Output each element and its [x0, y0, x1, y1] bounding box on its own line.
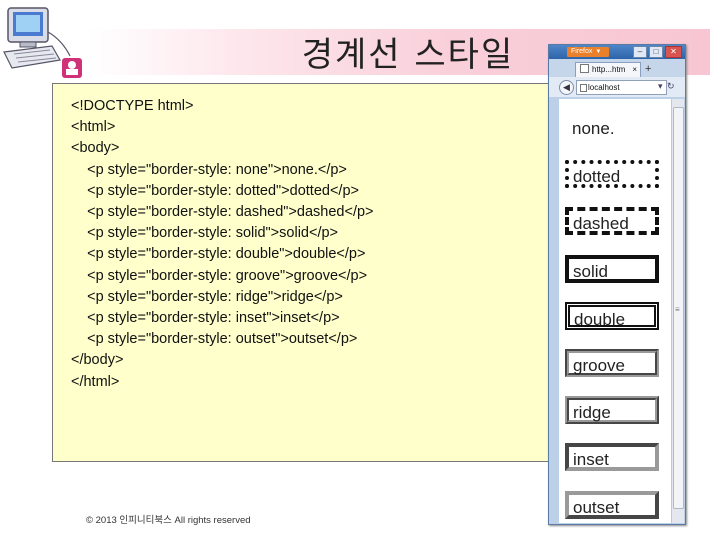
navigation-bar: ◀ localhost ▾ ↻	[549, 77, 685, 97]
bordered-paragraph-solid: solid	[565, 254, 659, 283]
code-line: <p style="border-style: none">none.</p>	[71, 161, 347, 178]
new-tab-icon[interactable]: +	[645, 63, 651, 75]
browser-title-bar: Firefox ▼ – □ ✕	[549, 45, 685, 59]
tab-close-icon[interactable]: ×	[632, 63, 637, 77]
tab-strip: http...htm × +	[549, 59, 685, 77]
bordered-paragraph-none: none.	[572, 119, 615, 138]
code-line: <!DOCTYPE html>	[71, 98, 194, 114]
code-line: <html>	[71, 119, 116, 136]
grip-icon: ≡	[675, 305, 680, 314]
bordered-paragraph-groove: groove	[565, 349, 659, 377]
code-line: <p style="border-style: dotted">dotted</…	[71, 182, 359, 199]
address-bar[interactable]: localhost	[576, 80, 667, 95]
bordered-paragraph-outset: outset	[565, 490, 659, 519]
minimize-icon[interactable]: –	[633, 46, 647, 58]
code-line: <body>	[71, 140, 120, 157]
bordered-paragraph-inset: inset	[565, 443, 659, 472]
back-arrow-icon[interactable]: ◀	[559, 80, 574, 95]
code-line: <p style="border-style: solid">solid</p>	[71, 225, 339, 242]
code-listing: <!DOCTYPE html> <html> <body> <p style="bo…	[71, 96, 374, 393]
code-line: <p style="border-style: inset">inset</p>	[71, 310, 340, 327]
bordered-paragraph-dashed: dashed	[565, 207, 659, 236]
code-line: <p style="border-style: ridge">ridge</p>	[71, 288, 343, 305]
page-content: none. dotted dashed solid double groove ridge i…	[559, 99, 671, 523]
code-line: </body>	[71, 352, 124, 369]
code-line: <p style="border-style: groove">groove</…	[71, 267, 368, 284]
chevron-down-icon: ▼	[595, 49, 602, 55]
page-favicon-icon	[580, 64, 589, 73]
vertical-scrollbar[interactable]: ≡	[671, 99, 684, 523]
close-icon[interactable]: ✕	[665, 46, 682, 58]
code-line: </html>	[71, 373, 120, 390]
browser-tab[interactable]: http...htm ×	[575, 62, 641, 77]
code-line: <p style="border-style: dashed">dashed</…	[71, 204, 374, 221]
bordered-paragraph-dotted: dotted	[565, 160, 659, 189]
firefox-menu-button[interactable]: Firefox ▼	[567, 47, 609, 57]
tab-title: http...htm	[592, 65, 626, 74]
reload-icon[interactable]: ↻	[667, 81, 675, 92]
scrollbar-thumb[interactable]: ≡	[673, 107, 684, 509]
code-line: <p style="border-style: outset">outset</…	[71, 331, 358, 348]
firefox-menu-label: Firefox	[571, 48, 593, 55]
code-line: <p style="border-style: double">double</…	[71, 246, 366, 263]
maximize-icon[interactable]: □	[649, 46, 663, 58]
computer-clipart-icon	[0, 2, 90, 80]
dropdown-icon[interactable]: ▾	[658, 81, 663, 92]
copyright-footer: © 2013 인피니티북스 All rights reserved	[86, 515, 251, 526]
bordered-paragraph-ridge: ridge	[565, 396, 659, 425]
window-controls: – □ ✕	[633, 46, 682, 58]
browser-window: Firefox ▼ – □ ✕ http...htm × + ◀ localhos…	[548, 44, 686, 525]
bordered-paragraph-double: double	[565, 301, 659, 330]
